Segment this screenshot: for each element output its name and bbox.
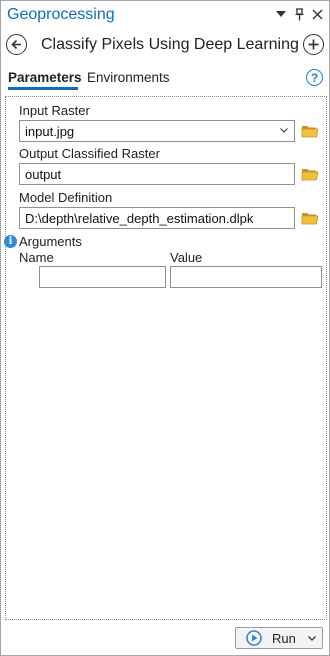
browse-output-folder-icon[interactable] <box>301 167 319 181</box>
input-raster-dropdown[interactable]: input.jpg <box>19 120 295 142</box>
input-raster-value: input.jpg <box>25 124 75 139</box>
chevron-down-icon <box>280 128 288 133</box>
pane-footer: Run <box>1 621 329 655</box>
geoprocessing-pane: Geoprocessing Classify Pixels Using Deep… <box>0 0 330 656</box>
tool-header: Classify Pixels Using Deep Learning <box>1 29 329 61</box>
arguments-label: Arguments <box>19 234 82 249</box>
tab-strip: Parameters Environments ? <box>1 63 329 93</box>
run-label: Run <box>272 631 296 646</box>
argument-value-input[interactable] <box>170 266 322 288</box>
arguments-name-header: Name <box>19 250 54 265</box>
tab-environments[interactable]: Environments <box>87 70 170 85</box>
tab-parameters[interactable]: Parameters <box>8 70 82 85</box>
input-raster-label: Input Raster <box>19 103 90 118</box>
model-definition-value: D:\depth\relative_depth_estimation.dlpk <box>25 211 254 226</box>
browse-input-folder-icon[interactable] <box>301 124 319 138</box>
run-icon <box>246 630 262 646</box>
chevron-down-icon <box>308 636 316 641</box>
pin-icon[interactable] <box>291 5 307 23</box>
browse-model-folder-icon[interactable] <box>301 211 319 225</box>
pane-title: Geoprocessing <box>7 6 115 23</box>
output-raster-value: output <box>25 167 62 182</box>
pane-options-chevron-icon[interactable] <box>273 5 289 23</box>
info-icon[interactable]: i <box>4 235 17 248</box>
model-definition-input[interactable]: D:\depth\relative_depth_estimation.dlpk <box>19 207 295 229</box>
argument-name-input[interactable] <box>39 266 166 288</box>
arguments-value-header: Value <box>170 250 203 265</box>
parameters-panel: Input Raster input.jpg Output Classified… <box>4 96 327 620</box>
close-icon[interactable] <box>309 5 325 23</box>
run-options-dropdown[interactable] <box>299 628 323 648</box>
tool-title: Classify Pixels Using Deep Learning <box>41 36 299 53</box>
help-icon[interactable]: ? <box>306 69 323 86</box>
active-tab-indicator <box>8 87 78 90</box>
pane-title-bar: Geoprocessing <box>1 1 329 28</box>
run-button[interactable]: Run <box>235 627 323 649</box>
add-icon[interactable] <box>303 34 324 55</box>
model-definition-label: Model Definition <box>19 190 113 205</box>
output-raster-label: Output Classified Raster <box>19 146 160 161</box>
output-raster-input[interactable]: output <box>19 163 295 185</box>
back-arrow-icon[interactable] <box>6 34 27 55</box>
